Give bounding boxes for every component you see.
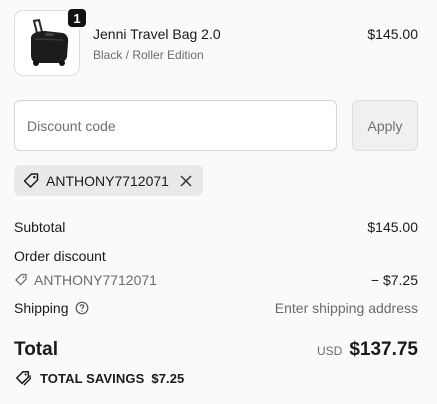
total-savings: TOTAL SAVINGS $7.25 [14,370,184,386]
total-row: Total USD $137.75 [14,339,418,361]
apply-button[interactable]: Apply [352,100,418,151]
applied-code-label: ANTHONY7712071 [46,172,169,189]
product-price: $145.00 [367,26,418,42]
shipping-row: Shipping Enter shipping address [14,300,418,316]
product-name: Jenni Travel Bag 2.0 [93,25,221,42]
order-discount-label: Order discount [14,248,106,264]
discount-code-input[interactable] [14,100,337,151]
cart-line-item: 1 Jenni Travel Bag 2.0 Black / Roller Ed… [14,7,418,77]
product-thumbnail: 1 [14,7,88,76]
total-amount-group: USD $137.75 [317,339,418,361]
savings-value: $7.25 [151,370,185,386]
total-label: Total [14,339,58,360]
applied-discount-chip: ANTHONY7712071 [14,165,203,196]
discount-form: Apply [14,100,418,151]
order-discount-code: ANTHONY7712071 [14,272,157,288]
order-discount-code-row: ANTHONY7712071 − $7.25 [14,272,418,288]
total-amount: $137.75 [349,339,418,360]
subtotal-value: $145.00 [367,219,418,235]
subtotal-label: Subtotal [14,219,66,235]
shipping-value: Enter shipping address [274,300,418,316]
rolling-bag-icon [31,19,69,66]
product-info: Jenni Travel Bag 2.0 Black / Roller Edit… [93,25,367,62]
subtotal-row: Subtotal $145.00 [14,219,418,235]
product-variant: Black / Roller Edition [93,47,204,62]
savings-label: TOTAL SAVINGS [40,370,145,386]
savings-tag-icon [14,370,32,386]
help-icon[interactable] [75,301,89,315]
remove-discount-icon[interactable] [179,174,193,188]
tag-icon [14,273,28,287]
order-discount-value: − $7.25 [370,272,418,288]
order-discount-row: Order discount [14,248,418,264]
shipping-label: Shipping [14,300,69,316]
total-currency: USD [316,344,343,358]
shipping-label-group: Shipping [14,300,89,316]
quantity-badge: 1 [66,7,88,29]
order-discount-code-label: ANTHONY7712071 [34,272,157,288]
tag-icon [22,172,40,190]
